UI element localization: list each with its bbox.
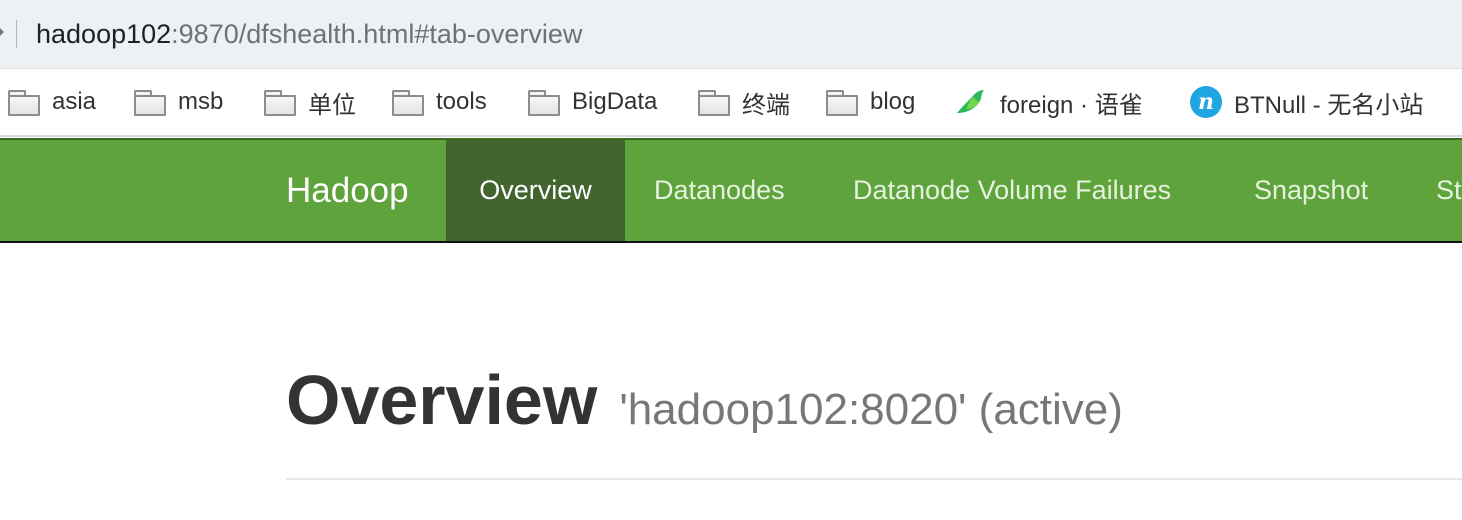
bookmark-label: msb xyxy=(178,88,224,115)
folder-icon xyxy=(264,90,296,116)
page-header: Overview 'hadoop102:8020' (active) xyxy=(286,360,1123,440)
hadoop-navbar: Hadoop Overview Datanodes Datanode Volum… xyxy=(0,138,1462,243)
nav-tab-startup-progress[interactable]: St xyxy=(1406,140,1462,241)
folder-icon xyxy=(698,90,730,116)
yuque-bird-icon xyxy=(957,90,984,113)
bookmark-label: blog xyxy=(870,88,916,115)
bookmarks-bar: asia msb 单位 tools BigData 终端 blog foreig… xyxy=(0,69,1462,137)
url-text[interactable]: hadoop102:9870/dfshealth.html#tab-overvi… xyxy=(36,17,582,51)
nav-tab-datanode-volume-failures[interactable]: Datanode Volume Failures xyxy=(823,140,1201,241)
expand-arrow-icon[interactable] xyxy=(0,28,4,36)
bookmark-bigdata[interactable]: BigData xyxy=(528,69,657,135)
folder-icon xyxy=(392,90,424,116)
url-path: :9870/dfshealth.html#tab-overview xyxy=(171,19,583,49)
url-host: hadoop102 xyxy=(36,19,172,49)
bookmark-label: foreign · 语雀 xyxy=(1000,91,1143,119)
navbar-brand[interactable]: Hadoop xyxy=(286,140,409,241)
header-divider xyxy=(286,478,1462,480)
bookmark-zhongduan[interactable]: 终端 xyxy=(698,69,790,135)
namenode-address: 'hadoop102:8020' (active) xyxy=(619,385,1123,434)
bookmark-blog[interactable]: blog xyxy=(826,69,915,135)
bookmark-asia[interactable]: asia xyxy=(8,69,96,135)
address-bar[interactable]: hadoop102:9870/dfshealth.html#tab-overvi… xyxy=(0,0,1462,69)
folder-icon xyxy=(8,90,40,116)
address-bar-separator xyxy=(16,20,17,48)
folder-icon xyxy=(826,90,858,116)
btnull-n-icon: n xyxy=(1190,86,1222,118)
page-title: Overview xyxy=(286,361,598,439)
folder-icon xyxy=(528,90,560,116)
bookmark-msb[interactable]: msb xyxy=(134,69,223,135)
nav-tab-overview[interactable]: Overview xyxy=(446,140,625,241)
bookmark-label: BigData xyxy=(572,88,658,115)
folder-icon xyxy=(134,90,166,116)
nav-tab-datanodes[interactable]: Datanodes xyxy=(624,140,815,241)
bookmark-label: 单位 xyxy=(308,91,356,119)
bookmark-label: tools xyxy=(436,88,487,115)
bookmark-foreign-yuque[interactable]: foreign · 语雀 xyxy=(954,69,1143,135)
bookmark-label: asia xyxy=(52,88,97,115)
nav-tab-snapshot[interactable]: Snapshot xyxy=(1224,140,1398,241)
bookmark-label: 终端 xyxy=(742,91,790,119)
bookmark-btnull[interactable]: n BTNull - 无名小站 xyxy=(1190,69,1423,135)
bookmark-danwei[interactable]: 单位 xyxy=(264,69,356,135)
bookmark-tools[interactable]: tools xyxy=(392,69,487,135)
bookmark-label: BTNull - 无名小站 xyxy=(1234,91,1424,119)
